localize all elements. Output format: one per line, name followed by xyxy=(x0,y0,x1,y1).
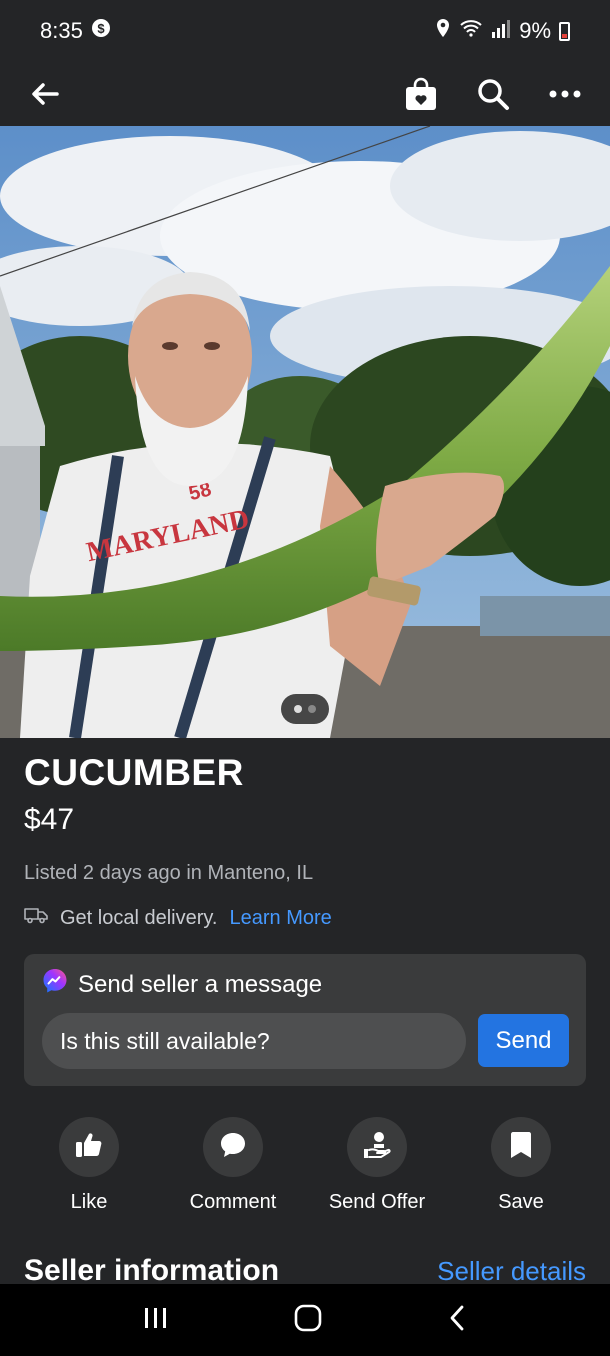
location-icon xyxy=(435,18,451,44)
comment-button[interactable]: Comment xyxy=(168,1117,298,1217)
dollar-icon: $ xyxy=(91,18,111,44)
seller-info-heading: Seller information xyxy=(24,1254,280,1287)
listing-date-location: Listed 2 days ago in Manteno, IL xyxy=(24,862,314,884)
comment-icon xyxy=(218,1130,248,1165)
search-icon[interactable] xyxy=(474,75,512,113)
seller-section: Seller information Seller details xyxy=(24,1254,586,1288)
send-offer-icon xyxy=(361,1129,393,1166)
like-circle xyxy=(59,1117,119,1177)
recent-apps-icon[interactable] xyxy=(143,1306,169,1335)
listing-price: $47 xyxy=(24,803,75,836)
delivery-row: Get local delivery. Learn More xyxy=(24,906,332,930)
page-dot-active xyxy=(294,705,302,713)
signal-icon xyxy=(491,18,511,44)
send-offer-circle xyxy=(347,1117,407,1177)
home-icon[interactable] xyxy=(294,1304,322,1337)
clock: 8:35 xyxy=(40,18,83,43)
truck-icon xyxy=(24,906,48,930)
status-left: 8:35 $ xyxy=(40,18,111,44)
message-header-label: Send seller a message xyxy=(78,970,323,998)
listing-title: CUCUMBER xyxy=(24,752,244,793)
bookmark-icon xyxy=(509,1130,533,1165)
like-button[interactable]: Like xyxy=(24,1117,154,1217)
send-button[interactable]: Send xyxy=(478,1014,569,1067)
like-label: Like xyxy=(70,1191,108,1213)
messenger-icon xyxy=(42,968,68,1001)
svg-text:$: $ xyxy=(97,21,105,36)
comment-circle xyxy=(203,1117,263,1177)
message-card: Send seller a message Is this still avai… xyxy=(24,954,586,1086)
save-label: Save xyxy=(498,1191,544,1213)
listing-photo[interactable]: MARYLAND 58 xyxy=(0,126,610,738)
photo-pagination[interactable] xyxy=(281,694,329,724)
system-back-icon[interactable] xyxy=(447,1304,467,1337)
status-bar: 8:35 $ 9% xyxy=(0,0,610,62)
action-row: Like Comment Send Offer Save xyxy=(24,1117,586,1217)
page-dot xyxy=(308,705,316,713)
more-options-icon[interactable] xyxy=(546,75,584,113)
message-header: Send seller a message xyxy=(42,968,322,1001)
thumbs-up-icon xyxy=(74,1130,104,1165)
seller-details-link[interactable]: Seller details xyxy=(437,1256,586,1287)
system-nav-bar xyxy=(0,1284,610,1356)
top-actions xyxy=(402,75,584,113)
message-input[interactable]: Is this still available? xyxy=(42,1013,466,1069)
shopping-bag-icon[interactable] xyxy=(402,75,440,113)
save-button[interactable]: Save xyxy=(456,1117,586,1217)
listing-photo-drawing: MARYLAND 58 xyxy=(0,126,610,738)
save-circle xyxy=(491,1117,551,1177)
wifi-icon xyxy=(459,18,483,44)
learn-more-link[interactable]: Learn More xyxy=(229,907,331,930)
top-bar xyxy=(0,62,610,126)
send-offer-label: Send Offer xyxy=(328,1191,426,1213)
send-offer-button[interactable]: Send Offer xyxy=(312,1117,442,1217)
battery-level: 9% xyxy=(519,18,551,43)
status-right: 9% xyxy=(435,18,570,44)
battery-icon xyxy=(559,21,570,41)
delivery-text: Get local delivery. xyxy=(60,906,218,929)
back-arrow-icon[interactable] xyxy=(26,75,64,113)
comment-label: Comment xyxy=(189,1191,277,1213)
